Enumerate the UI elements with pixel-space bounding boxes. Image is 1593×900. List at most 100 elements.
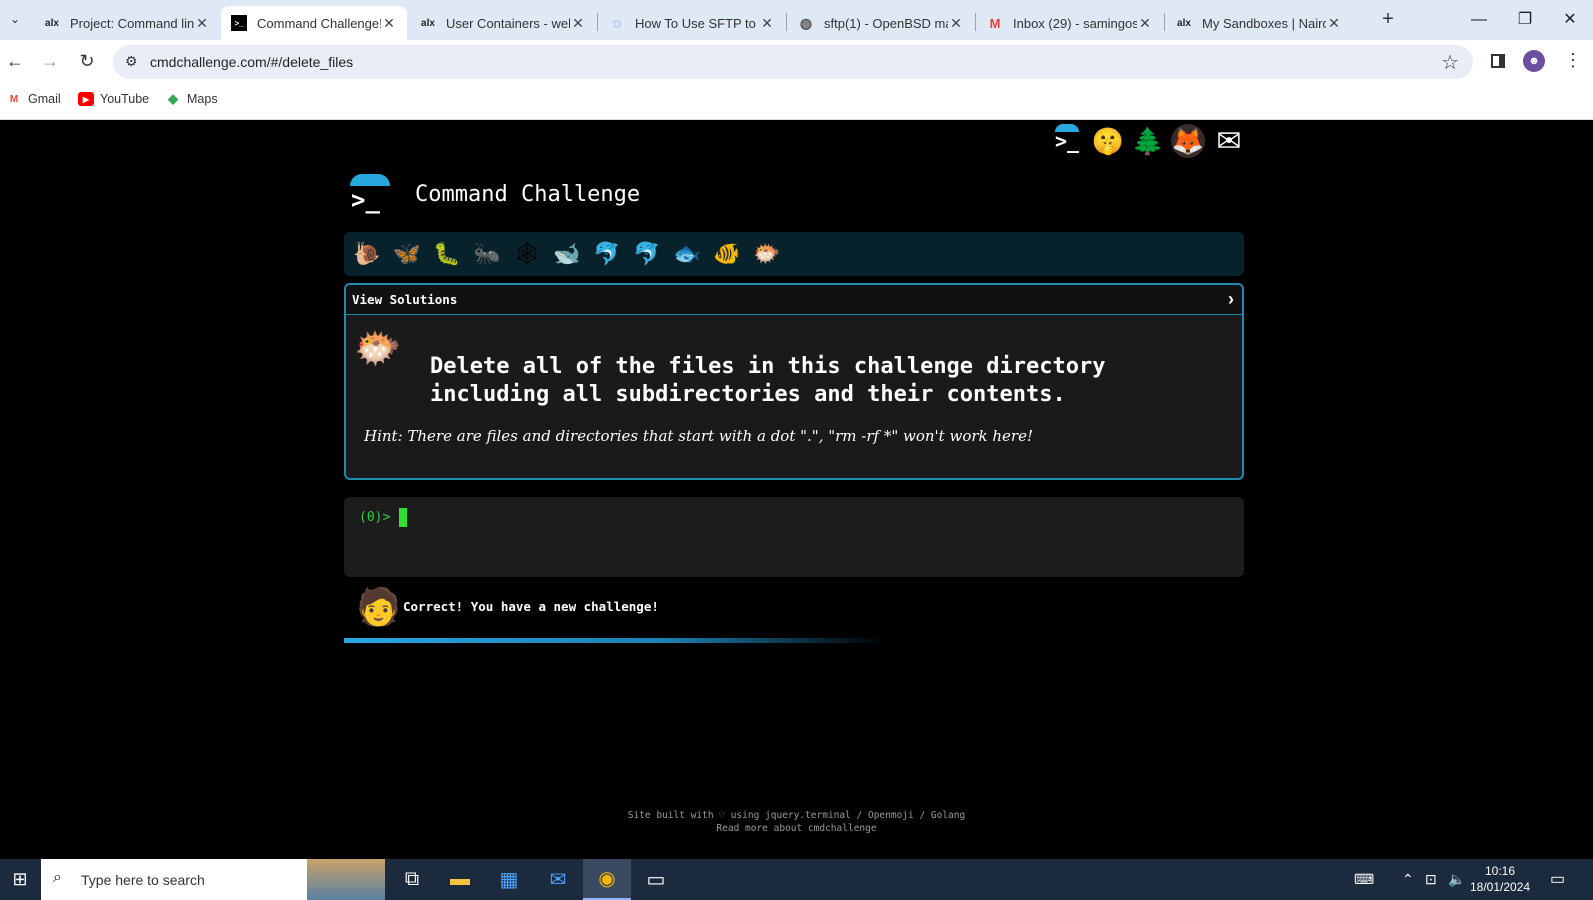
- tab-title: sftp(1) - OpenBSD mar: [824, 15, 948, 31]
- tab-title: How To Use SFTP to Se: [635, 15, 759, 31]
- view-solutions-toggle[interactable]: View Solutions ›: [346, 285, 1242, 315]
- clock-date: 18/01/2024: [1470, 880, 1531, 894]
- minimize-button[interactable]: —: [1456, 6, 1502, 34]
- terminal-prompt: (0)>: [359, 510, 391, 525]
- tab-sftp-openbsd[interactable]: ◍ sftp(1) - OpenBSD mar ✕: [788, 6, 974, 40]
- tab-command-challenge[interactable]: >_ Command Challenge! ✕: [221, 6, 407, 40]
- close-icon[interactable]: ✕: [948, 15, 964, 32]
- bookmark-label: Gmail: [28, 92, 61, 106]
- bookmark-maps[interactable]: ◆ Maps: [165, 91, 218, 106]
- completed-challenge-icon[interactable]: 🐛: [432, 239, 462, 269]
- keyboard-icon[interactable]: ⌨: [1354, 871, 1374, 888]
- back-button[interactable]: ←: [3, 50, 27, 74]
- alx-favicon: alx: [1177, 17, 1191, 29]
- file-explorer-icon[interactable]: ▬: [436, 859, 484, 900]
- tab-search-button[interactable]: ⌄: [4, 8, 26, 30]
- microsoft-store-icon[interactable]: ▦: [485, 859, 533, 900]
- system-clock[interactable]: 10:16 18/01/2024: [1470, 863, 1530, 895]
- network-icon[interactable]: ⊡: [1425, 871, 1437, 888]
- close-window-button[interactable]: ✕: [1547, 6, 1593, 34]
- tab-user-containers[interactable]: alx User Containers - web ✕: [410, 6, 596, 40]
- tab-sftp-guide[interactable]: ◌ How To Use SFTP to Se ✕: [599, 6, 785, 40]
- bookmark-star-icon[interactable]: ☆: [1441, 50, 1459, 75]
- gitlab-icon[interactable]: 🦊: [1171, 124, 1205, 158]
- clock-time: 10:16: [1484, 864, 1516, 878]
- gmail-icon: M: [989, 15, 1001, 31]
- close-icon[interactable]: ✕: [381, 15, 397, 32]
- mail-icon[interactable]: ✉: [534, 859, 582, 900]
- completed-challenge-icon[interactable]: 🐬: [592, 239, 622, 269]
- tab-separator: [1164, 13, 1165, 31]
- tab-my-sandboxes[interactable]: alx My Sandboxes | Nairo ✕: [1166, 6, 1352, 40]
- volume-icon[interactable]: 🔈: [1448, 871, 1465, 888]
- restore-button[interactable]: ❐: [1502, 6, 1548, 34]
- new-tab-button[interactable]: +: [1376, 8, 1400, 32]
- completed-challenge-icon[interactable]: 🐌: [352, 239, 382, 269]
- notification-icon[interactable]: ▭: [1550, 869, 1565, 889]
- youtube-icon: ▶: [78, 92, 94, 106]
- terminal-icon[interactable]: >_: [1050, 124, 1084, 158]
- address-bar[interactable]: ⚙ cmdchallenge.com/#/delete_files ☆: [113, 45, 1473, 79]
- footer-read-more-link[interactable]: Read more about cmdchallenge: [0, 822, 1593, 835]
- bookmark-youtube[interactable]: ▶ YouTube: [78, 92, 149, 106]
- person-icon: 🧑: [356, 586, 401, 627]
- site-info-icon[interactable]: ⚙: [125, 53, 138, 70]
- tab-title: Command Challenge!: [257, 15, 381, 31]
- task-view-icon[interactable]: ⧉: [388, 859, 436, 900]
- globe-icon: ◍: [799, 14, 813, 31]
- tab-title: Project: Command line: [70, 15, 194, 31]
- view-solutions-label: View Solutions: [352, 292, 458, 307]
- windows-start-icon[interactable]: ⊞: [0, 859, 40, 900]
- terminal-input[interactable]: (0)>: [344, 497, 1244, 577]
- challenge-progress-strip: 🐌 🦋 🐛 🐜 🕸 🐋 🐬 🐬 🐟 🐠 🐡: [344, 232, 1244, 276]
- tab-title: My Sandboxes | Nairo: [1202, 15, 1326, 31]
- bookmark-gmail[interactable]: M Gmail: [6, 92, 61, 106]
- completed-challenge-icon[interactable]: 🐠: [712, 239, 742, 269]
- tree-icon[interactable]: 🌲: [1131, 124, 1165, 158]
- page-title: Command Challenge: [415, 182, 641, 207]
- completed-challenge-icon[interactable]: 🐡: [752, 239, 782, 269]
- terminal-app-icon[interactable]: ▭: [632, 859, 680, 900]
- windows-taskbar: ⊞ ⌕ Type here to search ⧉ ▬ ▦ ✉ ◉ ▭ ⌨ ⌃ …: [0, 859, 1593, 900]
- completed-challenge-icon[interactable]: 🕸: [512, 239, 542, 269]
- close-icon[interactable]: ✕: [1326, 15, 1342, 32]
- completed-challenge-icon[interactable]: 🦋: [392, 239, 422, 269]
- footer-credits: Site built with ♡ using jquery.terminal …: [627, 810, 966, 821]
- chevron-right-icon[interactable]: ›: [1228, 289, 1234, 310]
- taskbar-search[interactable]: ⌕ Type here to search: [41, 859, 385, 900]
- profile-avatar[interactable]: ☻: [1523, 50, 1545, 72]
- terminal-favicon: >_: [231, 15, 247, 31]
- command-challenge-logo-icon: >_: [349, 174, 391, 216]
- close-icon[interactable]: ✕: [759, 15, 775, 32]
- reload-button[interactable]: ↻: [75, 50, 99, 74]
- menu-kebab-icon[interactable]: ⋮: [1564, 50, 1582, 71]
- close-icon[interactable]: ✕: [194, 15, 210, 32]
- tab-separator: [597, 13, 598, 31]
- bookmark-label: Maps: [187, 92, 218, 106]
- completed-challenge-icon[interactable]: 🐬: [632, 239, 662, 269]
- tab-gmail-inbox[interactable]: M Inbox (29) - samingosi ✕: [977, 6, 1163, 40]
- shushing-face-icon[interactable]: 🤫: [1091, 124, 1125, 158]
- close-icon[interactable]: ✕: [570, 15, 586, 32]
- brand-header: >_ Command Challenge: [343, 172, 763, 222]
- completed-challenge-icon[interactable]: 🐋: [552, 239, 582, 269]
- tab-separator: [975, 13, 976, 31]
- side-panel-icon[interactable]: [1491, 54, 1505, 68]
- page-content: >_ 🤫 🌲 🦊 ✉ >_ Command Challenge 🐌 🦋 🐛 🐜 🕸 🐋 🐬 🐬…: [0, 120, 1593, 859]
- url-text[interactable]: cmdchallenge.com/#/delete_files: [150, 54, 353, 70]
- tab-strip: ⌄ alx Project: Command line ✕ >_ Command…: [0, 0, 1593, 40]
- completed-challenge-icon[interactable]: 🐟: [672, 239, 702, 269]
- progress-bar-fill: [344, 638, 884, 643]
- site-footer: Site built with ♡ using jquery.terminal …: [0, 809, 1593, 835]
- envelope-icon[interactable]: ✉: [1212, 124, 1246, 158]
- search-icon: ⌕: [53, 869, 62, 886]
- chrome-icon[interactable]: ◉: [583, 859, 631, 900]
- forward-button[interactable]: →: [38, 50, 62, 74]
- close-icon[interactable]: ✕: [1137, 15, 1153, 32]
- tab-project-command-line[interactable]: alx Project: Command line ✕: [34, 6, 220, 40]
- tab-separator: [786, 13, 787, 31]
- challenge-panel: View Solutions › 🐡 Delete all of the fil…: [344, 283, 1244, 480]
- completed-challenge-icon[interactable]: 🐜: [472, 239, 502, 269]
- chevron-up-icon[interactable]: ⌃: [1402, 871, 1414, 888]
- feedback-text: Correct! You have a new challenge!: [403, 599, 659, 614]
